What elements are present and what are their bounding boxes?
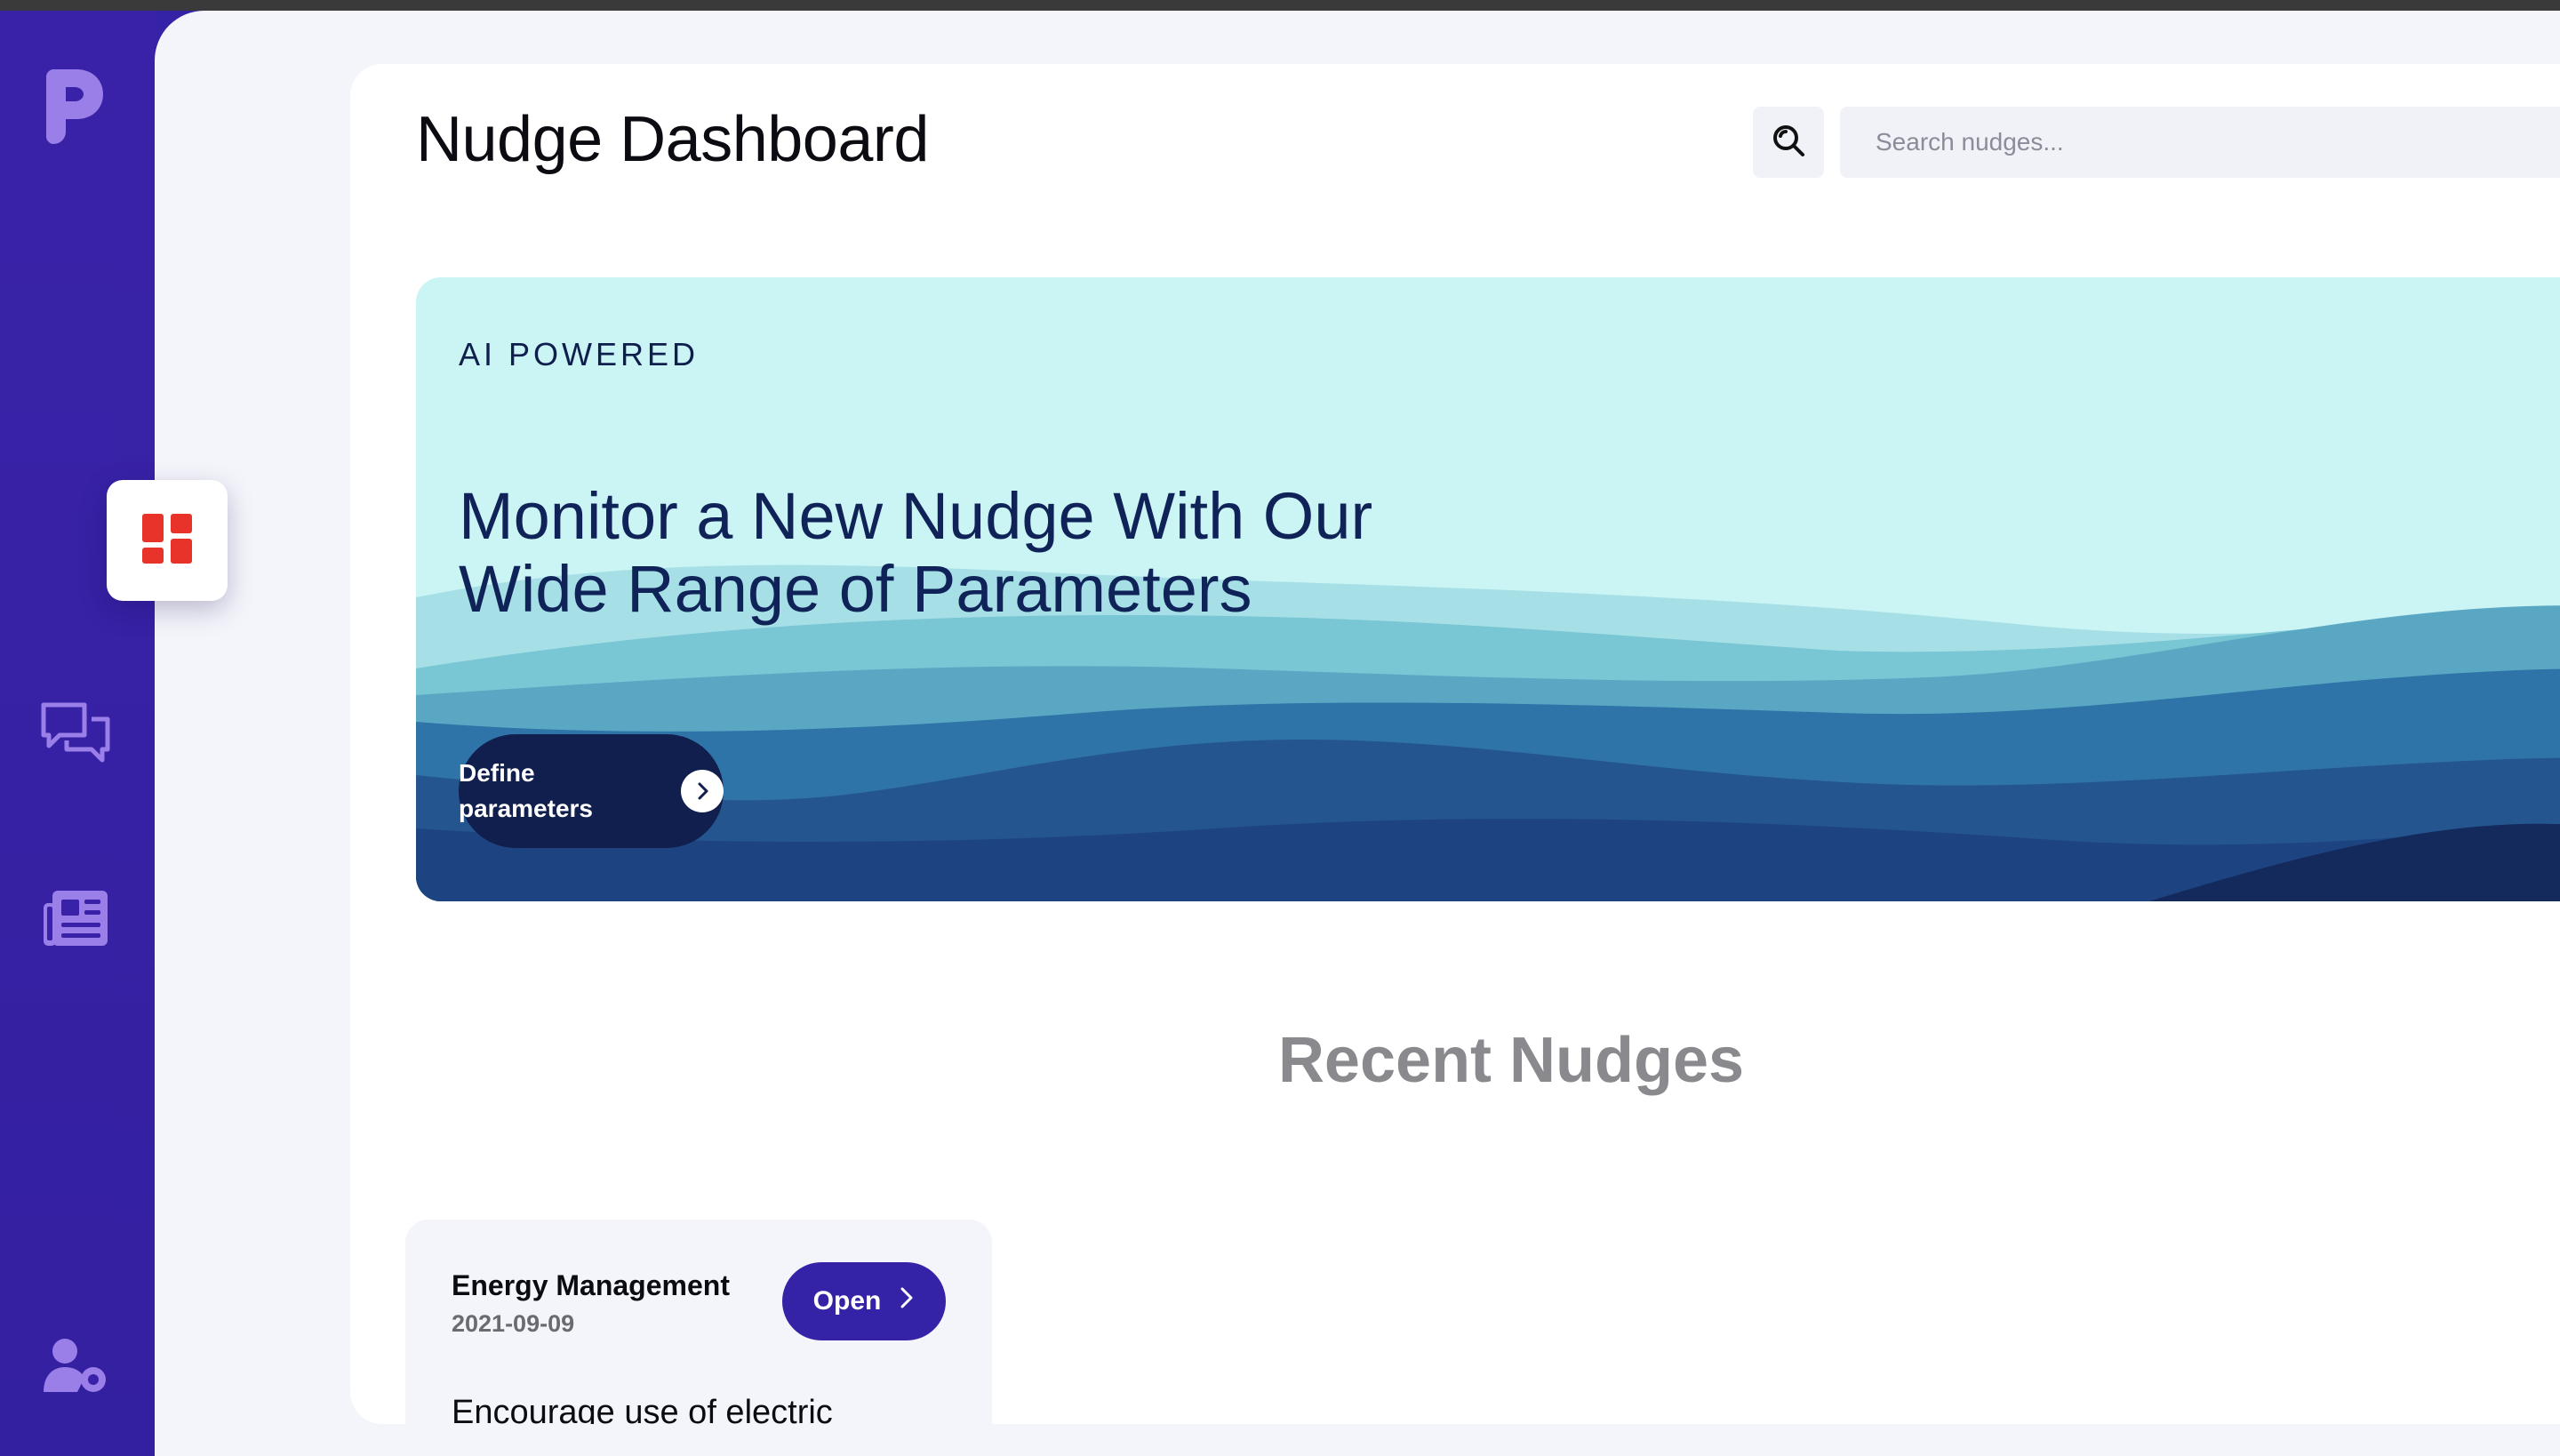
chevron-right-icon [681, 770, 724, 812]
chat-bubbles-icon[interactable] [39, 697, 112, 770]
chevron-right-icon [899, 1286, 915, 1316]
dashboard-grid-icon [142, 513, 192, 568]
hero-banner: AI POWERED Monitor a New Nudge With Our … [416, 277, 2560, 901]
newspaper-icon[interactable] [39, 882, 112, 955]
sidebar-item-dashboard[interactable] [107, 480, 228, 601]
page-title: Nudge Dashboard [416, 104, 929, 175]
recent-nudges-title: Recent Nudges [1277, 1025, 1745, 1096]
nudge-title: Energy Management [452, 1269, 730, 1301]
nudge-date: 2021-09-09 [452, 1310, 575, 1337]
search-button[interactable] [1753, 107, 1824, 178]
nudge-description: Encourage use of electric [452, 1394, 833, 1424]
define-parameters-label: Define parameters [459, 759, 593, 822]
hero-title: Monitor a New Nudge With Our Wide Range … [459, 479, 1373, 626]
search-icon [1772, 124, 1805, 162]
hero-eyebrow: AI POWERED [459, 336, 700, 372]
content-frame: Nudge Dashboard AI POWERED [155, 11, 2560, 1456]
search-input[interactable] [1840, 107, 2560, 178]
define-parameters-button[interactable]: Define parameters [459, 734, 724, 848]
main-card: Nudge Dashboard AI POWERED [350, 64, 2560, 1424]
nudge-card: Energy Management 2021-09-09 Open Encour… [405, 1220, 992, 1424]
window-top-bar [0, 0, 2560, 11]
sidebar [0, 11, 155, 1456]
user-gear-icon[interactable] [39, 1330, 112, 1403]
open-button-label: Open [812, 1286, 882, 1316]
app-logo[interactable] [46, 69, 103, 144]
open-nudge-button[interactable]: Open [782, 1262, 946, 1340]
